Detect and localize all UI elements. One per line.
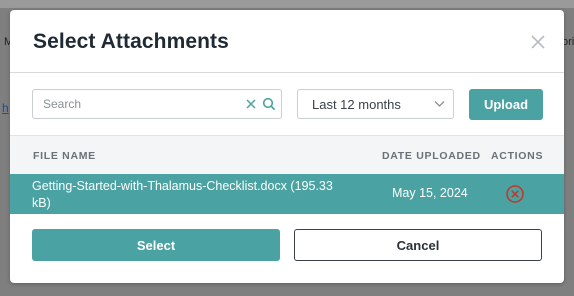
chevron-down-icon xyxy=(434,101,445,107)
table-row[interactable]: Getting-Started-with-Thalamus-Checklist.… xyxy=(10,174,564,214)
clear-icon[interactable] xyxy=(245,98,257,110)
search-input[interactable] xyxy=(43,90,233,118)
remove-attachment-button[interactable] xyxy=(505,184,525,204)
date-range-value: Last 12 months xyxy=(312,97,401,112)
background-link: h xyxy=(2,101,9,115)
column-header-date-uploaded: DATE UPLOADED xyxy=(382,150,481,162)
close-button[interactable] xyxy=(528,32,548,52)
search-icon[interactable] xyxy=(262,97,276,111)
column-header-actions: ACTIONS xyxy=(491,150,544,162)
date-range-select[interactable]: Last 12 months xyxy=(297,89,454,119)
table-header: FILE NAME DATE UPLOADED ACTIONS xyxy=(10,135,564,174)
column-header-file-name: FILE NAME xyxy=(33,150,96,162)
remove-circle-icon xyxy=(506,185,524,203)
dialog-toolbar: Last 12 months Upload xyxy=(10,73,564,135)
cancel-button[interactable]: Cancel xyxy=(294,229,542,261)
dialog-footer: Select Cancel xyxy=(10,214,564,283)
select-attachments-dialog: Select Attachments Last 12 months Upload xyxy=(10,10,564,283)
date-uploaded-cell: May 15, 2024 xyxy=(392,186,468,200)
background-toolbar xyxy=(0,0,574,8)
dialog-header: Select Attachments xyxy=(10,10,564,73)
file-name-cell: Getting-Started-with-Thalamus-Checklist.… xyxy=(32,179,333,210)
select-button[interactable]: Select xyxy=(32,229,280,261)
search-box xyxy=(32,89,282,119)
upload-button[interactable]: Upload xyxy=(469,89,543,120)
dialog-title: Select Attachments xyxy=(33,30,229,53)
close-icon xyxy=(531,35,545,49)
